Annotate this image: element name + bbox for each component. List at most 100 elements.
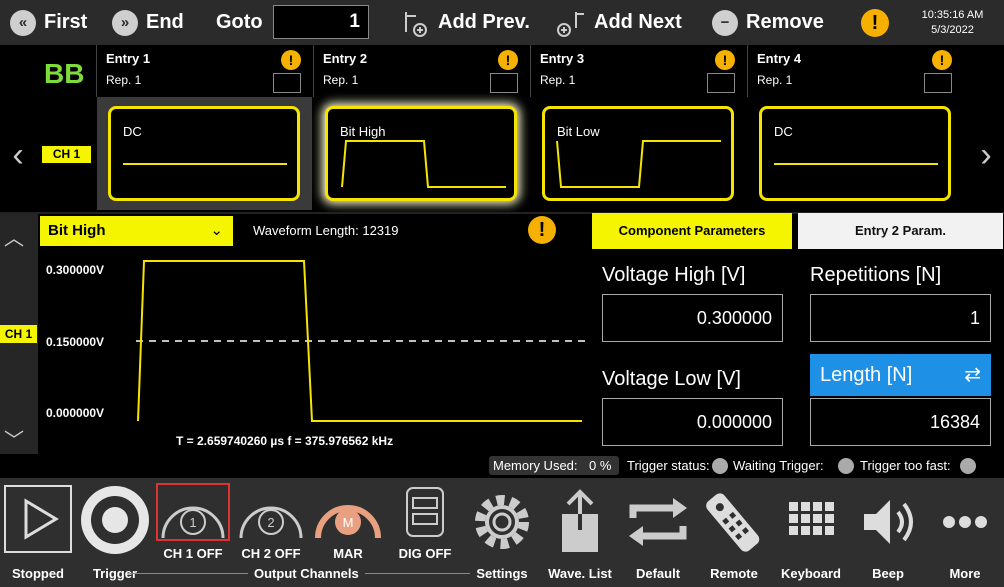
dc-wave-icon bbox=[774, 163, 938, 165]
timing-readout: T = 2.659740260 µs f = 375.976562 kHz bbox=[176, 434, 394, 448]
memory-value: 0 % bbox=[589, 458, 612, 473]
marker-icon: M bbox=[315, 505, 381, 539]
entry-title: Entry 1 bbox=[106, 51, 151, 66]
waveform-select-value: Bit High bbox=[48, 222, 106, 239]
warning-icon: ! bbox=[715, 50, 735, 70]
default-button[interactable]: Default bbox=[620, 478, 696, 587]
entry-rep-input[interactable] bbox=[490, 73, 518, 93]
entry-rep-input[interactable] bbox=[707, 73, 735, 93]
entry-rep: Rep. 1 bbox=[323, 73, 359, 87]
ch1-icon: 1 bbox=[156, 483, 230, 541]
tab-component-parameters[interactable]: Component Parameters bbox=[592, 213, 792, 249]
end-label: End bbox=[146, 11, 184, 33]
wave-card-4[interactable]: DC bbox=[759, 106, 951, 201]
length-label: Length [N] bbox=[820, 364, 913, 386]
add-prev-icon bbox=[405, 11, 427, 37]
warning-icon[interactable]: ! bbox=[528, 216, 556, 244]
svg-text:1: 1 bbox=[189, 515, 196, 530]
y-label-low: 0.000000V bbox=[46, 406, 105, 420]
digital-icon bbox=[406, 487, 444, 537]
wave-card-1[interactable]: DC bbox=[108, 106, 300, 201]
chevron-down-icon[interactable]: ﹀ bbox=[4, 424, 24, 453]
speaker-icon bbox=[864, 500, 913, 544]
trigger-button[interactable]: Trigger bbox=[76, 478, 154, 587]
end-button[interactable]: » End bbox=[112, 0, 184, 45]
goto-input[interactable]: 1 bbox=[273, 5, 369, 39]
chevron-right-icon[interactable]: › bbox=[968, 135, 1004, 175]
waveform-select[interactable]: Bit High ⌄ bbox=[40, 216, 233, 246]
goto-label: Goto bbox=[216, 11, 263, 33]
entry-rep-input[interactable] bbox=[273, 73, 301, 93]
add-next-button[interactable]: Add Next bbox=[556, 0, 682, 45]
more-icon bbox=[943, 516, 987, 528]
repetitions-input[interactable]: 1 bbox=[810, 294, 991, 342]
clock: 10:35:16 AM 5/3/2022 bbox=[905, 8, 1000, 38]
double-chevron-left-icon: « bbox=[10, 9, 36, 36]
trigger-status-label: Trigger status: bbox=[627, 458, 710, 473]
tab-entry-params[interactable]: Entry 2 Param. bbox=[798, 213, 1003, 249]
entry-header-3[interactable]: Entry 3 ! Rep. 1 bbox=[530, 45, 747, 97]
entry-title: Entry 4 bbox=[757, 51, 802, 66]
length-toggle[interactable]: Length [N] ⇄ bbox=[810, 354, 991, 396]
ch1-button-label: CH 1 OFF bbox=[163, 546, 223, 561]
remote-button[interactable]: Remote bbox=[696, 478, 772, 587]
repetitions-label: Repetitions [N] bbox=[810, 264, 942, 286]
play-button-label: Stopped bbox=[12, 566, 64, 581]
entry-header-2[interactable]: Entry 2 ! Rep. 1 bbox=[313, 45, 530, 97]
keypad-icon bbox=[789, 502, 834, 535]
more-button-label: More bbox=[949, 566, 981, 581]
bit-low-wave-icon bbox=[556, 140, 721, 188]
entry-rep: Rep. 1 bbox=[540, 73, 576, 87]
gear-icon bbox=[475, 495, 529, 549]
voltage-low-label: Voltage Low [V] bbox=[602, 368, 741, 390]
add-next-icon bbox=[557, 11, 584, 37]
keyboard-button-label: Keyboard bbox=[781, 566, 841, 581]
settings-button-label: Settings bbox=[476, 566, 528, 581]
chevron-down-icon: ⌄ bbox=[210, 222, 223, 239]
sequence-channel-badge: CH 1 bbox=[42, 146, 91, 163]
length-input[interactable]: 16384 bbox=[810, 398, 991, 446]
digital-button-label: DIG OFF bbox=[398, 546, 452, 561]
beep-button-label: Beep bbox=[872, 566, 904, 581]
waiting-trigger-label: Waiting Trigger: bbox=[733, 458, 824, 473]
waveform-plot[interactable] bbox=[38, 247, 590, 455]
more-button[interactable]: More bbox=[926, 478, 1004, 587]
double-chevron-right-icon: » bbox=[112, 9, 138, 36]
first-label: First bbox=[44, 11, 88, 33]
entry-rep-input[interactable] bbox=[924, 73, 952, 93]
voltage-high-label: Voltage High [V] bbox=[602, 264, 746, 286]
ch1-button[interactable]: 1 CH 1 OFF bbox=[154, 478, 232, 587]
beep-button[interactable]: Beep bbox=[850, 478, 926, 587]
editor-channel-badge: CH 1 bbox=[0, 325, 37, 343]
add-prev-button[interactable]: Add Prev. bbox=[400, 0, 530, 45]
ch2-icon: 2 bbox=[239, 506, 303, 539]
entry-header-4[interactable]: Entry 4 ! Rep. 1 bbox=[747, 45, 964, 97]
add-next-label: Add Next bbox=[594, 11, 682, 33]
warning-icon: ! bbox=[498, 50, 518, 70]
clock-date: 5/3/2022 bbox=[931, 24, 974, 36]
voltage-high-input[interactable]: 0.300000 bbox=[602, 294, 783, 342]
keyboard-button[interactable]: Keyboard bbox=[772, 478, 850, 587]
play-button[interactable]: Stopped bbox=[0, 478, 76, 587]
repeat-icon bbox=[629, 498, 687, 546]
waveform-plot-svg bbox=[136, 260, 590, 422]
remove-button[interactable]: − Remove bbox=[712, 0, 824, 45]
entry-rep: Rep. 1 bbox=[757, 73, 793, 87]
first-button[interactable]: « First bbox=[10, 0, 87, 45]
minus-icon: − bbox=[712, 9, 738, 36]
warning-icon: ! bbox=[932, 50, 952, 70]
bit-high-wave-icon bbox=[341, 140, 506, 188]
wave-card-3[interactable]: Bit Low bbox=[542, 106, 734, 201]
chevron-left-icon[interactable]: ‹ bbox=[0, 135, 36, 175]
settings-button[interactable]: Settings bbox=[464, 478, 540, 587]
trigger-status-indicator bbox=[712, 458, 728, 474]
chevron-up-icon[interactable]: ︿ bbox=[4, 222, 24, 251]
entry-header-1[interactable]: Entry 1 ! Rep. 1 bbox=[96, 45, 313, 97]
warning-icon: ! bbox=[281, 50, 301, 70]
wave-list-button[interactable]: Wave. List bbox=[540, 478, 620, 587]
voltage-low-input[interactable]: 0.000000 bbox=[602, 398, 783, 446]
digital-button[interactable]: DIG OFF bbox=[386, 478, 464, 587]
waveform-length: Waveform Length: 12319 bbox=[253, 223, 399, 238]
wave-card-2[interactable]: Bit High bbox=[325, 106, 517, 201]
warning-icon[interactable]: ! bbox=[861, 9, 889, 37]
